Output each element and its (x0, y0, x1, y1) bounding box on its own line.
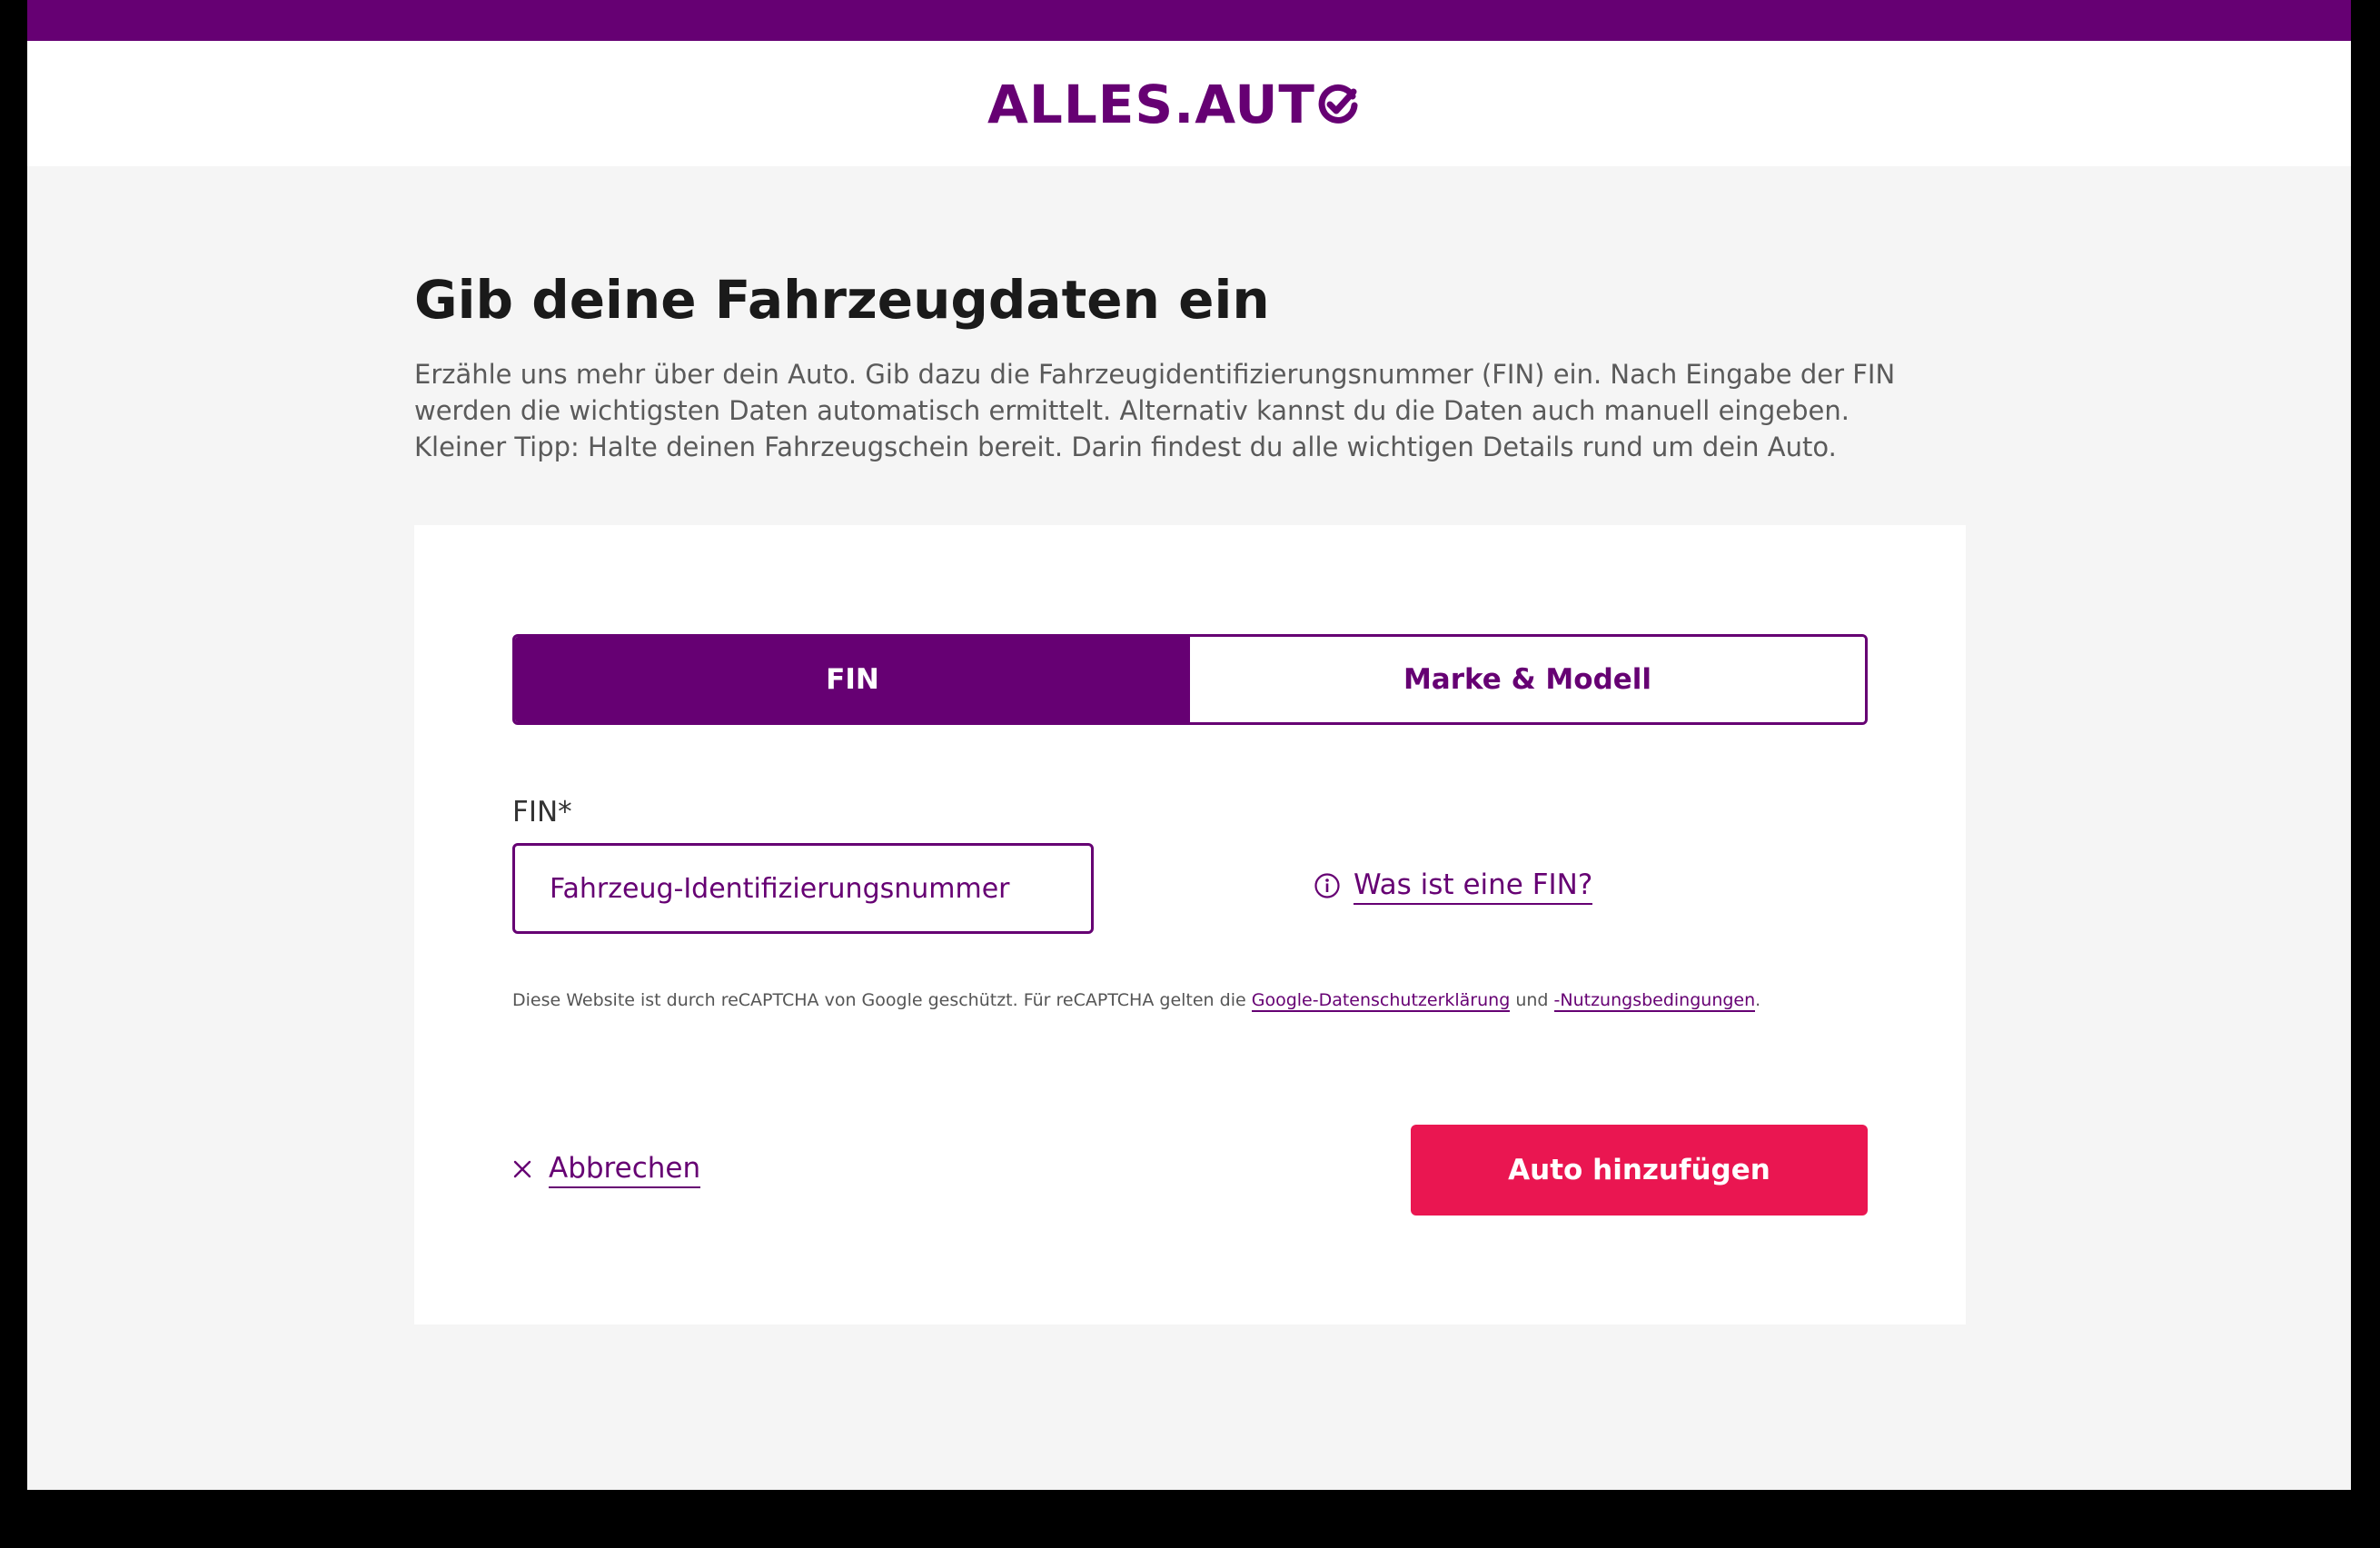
site-header: ALLES.AUT (27, 41, 2351, 166)
tab-fin[interactable]: FIN (515, 637, 1190, 722)
logo-text: ALLES.AUT (987, 74, 1315, 135)
intro-line: Erzähle uns mehr über dein Auto. Gib daz… (414, 359, 1896, 390)
input-mode-tabs: FIN Marke & Modell (512, 634, 1868, 725)
terms-link[interactable]: -Nutzungsbedingungen (1553, 990, 1756, 1012)
add-car-button[interactable]: Auto hinzufügen (1411, 1125, 1868, 1216)
intro-line: Kleiner Tipp: Halte deinen Fahrzeugschei… (414, 432, 1837, 462)
fin-label: FIN* (512, 796, 572, 829)
cancel-button[interactable]: Abbrechen (512, 1150, 701, 1188)
brand-logo[interactable]: ALLES.AUT (987, 74, 1359, 135)
what-is-fin-text: Was ist eine FIN? (1354, 867, 1593, 905)
top-accent-bar (27, 0, 2351, 41)
page-title: Gib deine Fahrzeugdaten ein (414, 269, 1270, 331)
privacy-policy-link[interactable]: Google-Datenschutzerklärung (1251, 990, 1511, 1012)
tab-make-model[interactable]: Marke & Modell (1190, 637, 1865, 722)
recaptcha-and: und (1515, 990, 1549, 1010)
check-circle-icon (1318, 84, 1358, 124)
intro-text: Erzähle uns mehr über dein Auto. Gib daz… (414, 356, 1949, 465)
close-icon (513, 1160, 531, 1178)
what-is-fin-link[interactable]: Was ist eine FIN? (1314, 867, 1593, 905)
cancel-label: Abbrechen (549, 1150, 701, 1188)
browser-window: ALLES.AUT Gib deine Fahrzeugdaten ein Er… (27, 0, 2351, 1490)
intro-line: werden die wichtigsten Daten automatisch… (414, 395, 1849, 426)
recaptcha-end: . (1755, 990, 1761, 1010)
fin-input[interactable] (512, 843, 1094, 934)
recaptcha-notice: Diese Website ist durch reCAPTCHA von Go… (512, 987, 1760, 1014)
recaptcha-text: Diese Website ist durch reCAPTCHA von Go… (512, 990, 1246, 1010)
info-icon (1314, 873, 1340, 898)
vehicle-form-card: FIN Marke & Modell FIN* Was ist eine FIN… (414, 525, 1966, 1325)
